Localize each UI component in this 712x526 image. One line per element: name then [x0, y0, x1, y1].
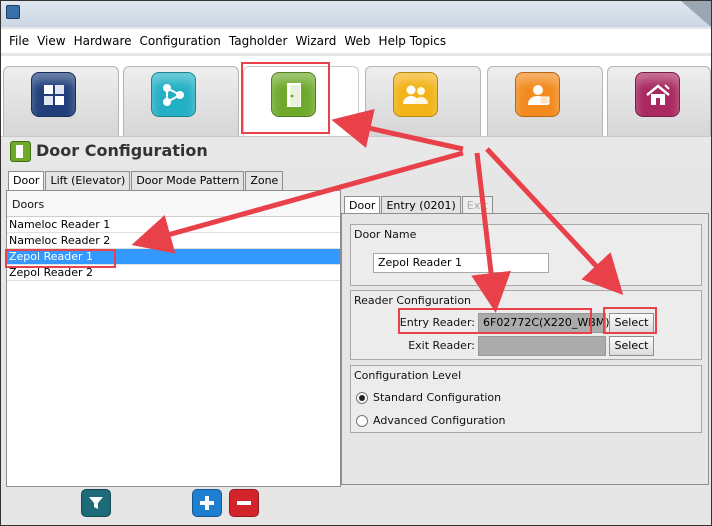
menu-view[interactable]: View: [33, 34, 69, 48]
doors-list-header: Doors: [7, 191, 340, 217]
menu-wizard[interactable]: Wizard: [291, 34, 340, 48]
standard-config-radio[interactable]: [356, 391, 368, 404]
entry-reader-label: Entry Reader:: [399, 316, 475, 329]
page-header: Door Configuration: [1, 136, 711, 168]
remove-door-button[interactable]: [229, 489, 259, 517]
door-list-item-selected[interactable]: Zepol Reader 1: [7, 249, 340, 265]
door-list-item[interactable]: Nameloc Reader 2: [7, 233, 340, 249]
door-detail-panel: Door Name Zepol Reader 1 Reader Configur…: [341, 213, 709, 485]
menu-configuration[interactable]: Configuration: [136, 34, 225, 48]
door-name-input[interactable]: Zepol Reader 1: [373, 253, 549, 273]
menu-file[interactable]: File: [5, 34, 33, 48]
entry-reader-select-button[interactable]: Select: [609, 313, 654, 333]
window-corner: [681, 1, 711, 27]
module-tab-user-card[interactable]: [487, 66, 603, 136]
menu-hardware[interactable]: Hardware: [70, 34, 136, 48]
module-bar: [1, 56, 711, 136]
standard-config-option[interactable]: Standard Configuration: [356, 391, 501, 404]
minus-icon: [237, 501, 251, 505]
exit-reader-label: Exit Reader:: [408, 339, 475, 352]
title-bar: [1, 1, 711, 27]
plus-icon: [200, 496, 214, 510]
reader-config-group: Reader Configuration Entry Reader: 6F027…: [350, 290, 702, 360]
tab-door[interactable]: Door: [8, 171, 45, 190]
tab-door-mode-pattern[interactable]: Door Mode Pattern: [131, 171, 245, 190]
network-nodes-icon: [151, 72, 196, 117]
filter-icon: [89, 497, 103, 509]
menu-bar: File View Hardware Configuration Taghold…: [1, 29, 711, 53]
user-group-icon: [393, 72, 438, 117]
user-card-icon: [515, 72, 560, 117]
door-list-item[interactable]: Nameloc Reader 1: [7, 217, 340, 233]
menu-web[interactable]: Web: [340, 34, 374, 48]
module-tab-tagholder[interactable]: [365, 66, 481, 136]
entry-reader-field: 6F02772C(X220_WBM): [478, 313, 610, 333]
door-name-group: Door Name Zepol Reader 1: [350, 224, 702, 286]
module-tab-home[interactable]: [607, 66, 711, 136]
door-icon: [10, 141, 31, 162]
tab-lift-elevator[interactable]: Lift (Elevator): [45, 171, 131, 190]
module-tab-network[interactable]: [123, 66, 239, 136]
main-tab-bar: Door Lift (Elevator) Door Mode Pattern Z…: [8, 171, 284, 190]
add-door-button[interactable]: [192, 489, 222, 517]
menu-help-topics[interactable]: Help Topics: [375, 34, 451, 48]
exit-reader-select-button[interactable]: Select: [609, 336, 654, 356]
advanced-config-option[interactable]: Advanced Configuration: [356, 414, 505, 427]
app-logo-icon: [6, 5, 20, 19]
exit-reader-field: [478, 336, 606, 356]
menu-tagholder[interactable]: Tagholder: [225, 34, 292, 48]
page-title: Door Configuration: [36, 141, 208, 160]
standard-config-label: Standard Configuration: [373, 391, 502, 404]
app-window: File View Hardware Configuration Taghold…: [0, 0, 712, 526]
door-icon: [271, 72, 316, 117]
config-level-group: Configuration Level Standard Configurati…: [350, 365, 702, 433]
doors-list-panel: Doors Nameloc Reader 1 Nameloc Reader 2 …: [6, 190, 341, 487]
filter-button[interactable]: [81, 489, 111, 517]
module-tab-door[interactable]: [243, 66, 359, 136]
home-edit-icon: [635, 72, 680, 117]
door-name-title: Door Name: [354, 228, 417, 241]
config-level-title: Configuration Level: [354, 369, 462, 382]
tab-zone[interactable]: Zone: [245, 171, 284, 190]
building-blocks-icon: [31, 72, 76, 117]
reader-config-title: Reader Configuration: [354, 294, 472, 307]
advanced-config-label: Advanced Configuration: [373, 414, 506, 427]
module-tab-hardware[interactable]: [3, 66, 119, 136]
advanced-config-radio[interactable]: [356, 414, 368, 427]
door-list-item[interactable]: Zepol Reader 2: [7, 265, 340, 281]
